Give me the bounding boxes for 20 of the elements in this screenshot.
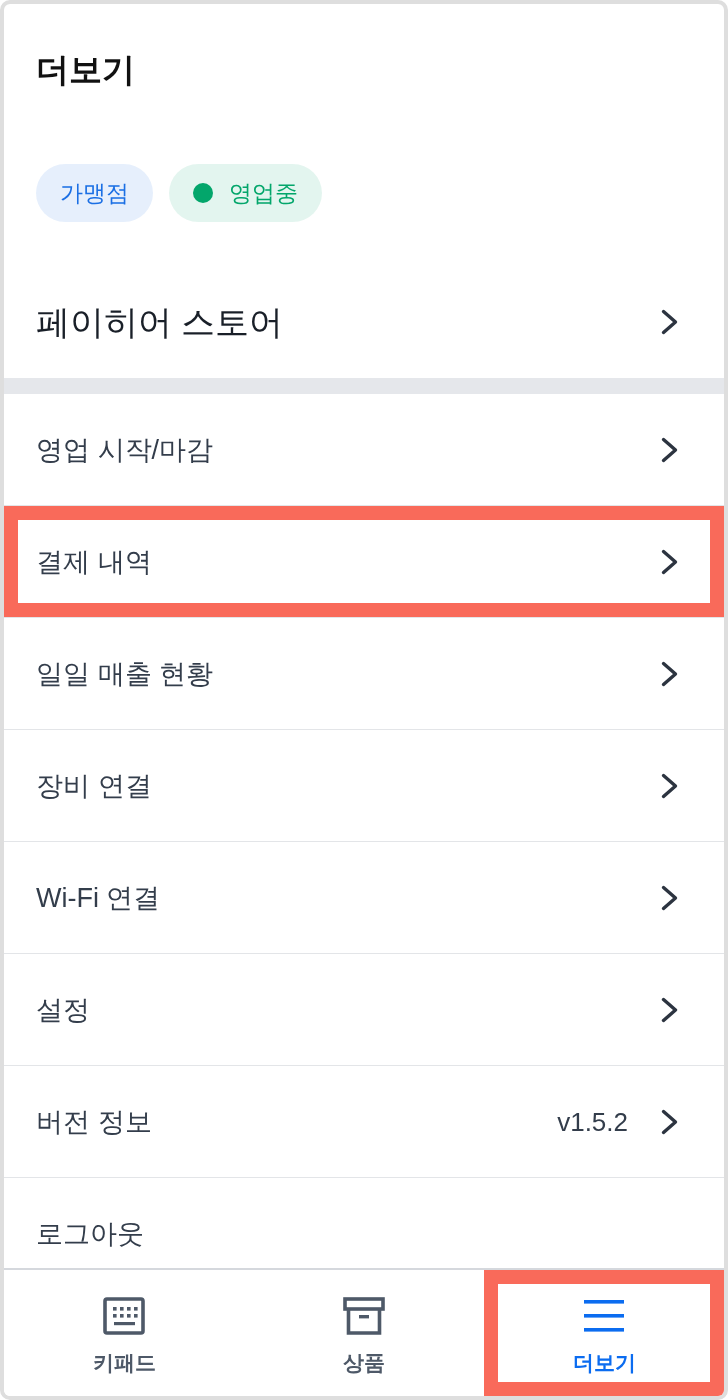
menu-icon [583,1297,625,1335]
store-row[interactable]: 페이히어 스토어 [4,266,724,378]
chevron-right-icon [661,309,678,335]
page-title: 더보기 [36,50,136,90]
menu-label: 결제 내역 [36,545,153,579]
version-text: v1.5.2 [557,1105,628,1139]
menu-label: 장비 연결 [36,769,153,803]
archive-box-icon [343,1297,385,1335]
badge-label: 가맹점 [60,178,129,208]
menu-label: Wi-Fi 연결 [36,881,162,915]
menu-item[interactable]: 결제 내역 [4,506,724,618]
tab-button[interactable]: 더보기 [484,1270,724,1396]
menu-label: 로그아웃 [36,1218,145,1251]
store-name: 페이히어 스토어 [36,302,284,343]
menu-label: 설정 [36,993,91,1027]
menu-label: 일일 매출 현황 [36,657,214,691]
keyboard-icon [103,1297,145,1335]
menu-label: 영업 시작/마감 [36,433,214,467]
menu-label: 버전 정보 [36,1105,153,1139]
badge-label: 영업중 [229,178,298,208]
